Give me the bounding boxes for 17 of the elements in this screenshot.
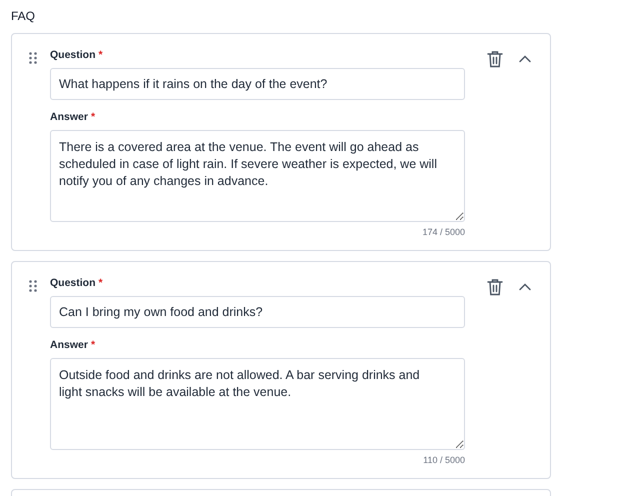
section-title: FAQ [11, 9, 36, 23]
character-counter: 174 / 5000 [422, 226, 465, 238]
drag-handle-icon[interactable] [29, 280, 37, 292]
question-label: Question * [50, 276, 104, 290]
question-field[interactable]: What happens if it rains on the day of the event? [50, 68, 465, 100]
chevron-icon[interactable] [519, 283, 531, 291]
character-counter: 110 / 5000 [423, 454, 465, 466]
answer-field[interactable]: Outside food and drinks are not allowed. A bar serving drinks and light snacks will be available at the venue. [50, 358, 465, 450]
delete-icon[interactable] [487, 278, 503, 296]
chevron-icon[interactable] [519, 55, 531, 63]
answer-label: Answer * [50, 338, 96, 352]
answer-label: Answer * [50, 110, 96, 124]
question-label: Question * [50, 48, 104, 62]
answer-field[interactable]: There is a covered area at the venue. The event will go ahead as scheduled in case of light rain. If severe weather is expected, we will notify you of any changes in advance. [50, 130, 465, 222]
question-field[interactable]: Can I bring my own food and drinks? [50, 296, 465, 328]
delete-icon[interactable] [487, 50, 503, 68]
drag-handle-icon[interactable] [29, 52, 37, 64]
